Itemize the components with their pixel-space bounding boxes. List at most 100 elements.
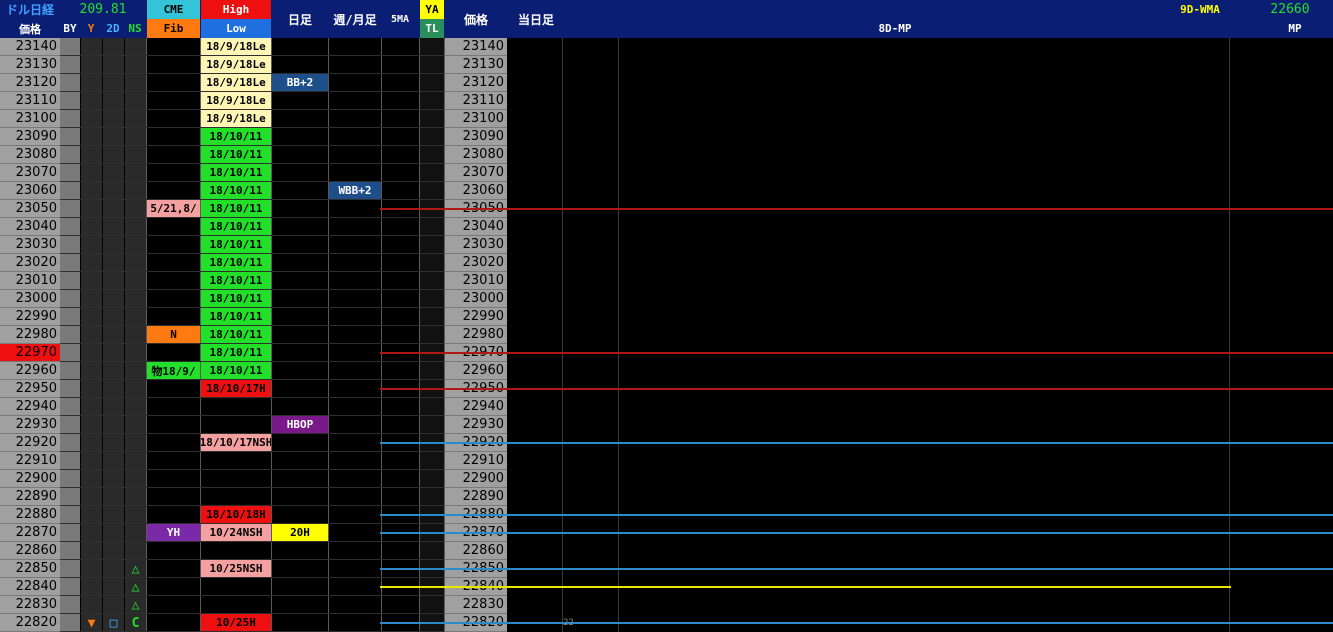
price-cell[interactable]: 23050 — [0, 200, 60, 218]
mp-value: 22660 — [1270, 2, 1310, 17]
price-cell-right[interactable]: 22830 — [445, 596, 507, 614]
highlow-cell[interactable]: 10/25H — [201, 614, 271, 631]
daily-cell[interactable]: 20H — [272, 524, 328, 541]
highlow-cell[interactable]: 10/24NSH — [201, 524, 271, 541]
highlow-cell[interactable]: 18/9/18Le — [201, 110, 271, 127]
highlow-cell[interactable]: 18/10/11 — [201, 182, 271, 199]
price-cell-right[interactable]: 22980 — [445, 326, 507, 344]
highlow-cell[interactable]: 18/9/18Le — [201, 92, 271, 109]
price-cell-right[interactable]: 23080 — [445, 146, 507, 164]
price-cell[interactable]: 23080 — [0, 146, 60, 164]
price-cell[interactable]: 22850 — [0, 560, 60, 578]
cme-cell[interactable]: N — [147, 326, 200, 343]
highlow-cell[interactable]: 18/10/18H — [201, 506, 271, 523]
price-cell[interactable]: 22820 — [0, 614, 60, 632]
price-cell[interactable]: 22870 — [0, 524, 60, 542]
col-ns-header: NS — [128, 22, 142, 35]
level-line — [380, 568, 1333, 570]
price-cell[interactable]: 22920 — [0, 434, 60, 452]
price-cell-right[interactable]: 23120 — [445, 74, 507, 92]
price-cell-right[interactable]: 23130 — [445, 56, 507, 74]
price-cell[interactable]: 22930 — [0, 416, 60, 434]
price-cell[interactable]: 23040 — [0, 218, 60, 236]
price-cell[interactable]: 22880 — [0, 506, 60, 524]
price-cell-right[interactable]: 22890 — [445, 488, 507, 506]
price-cell[interactable]: 23000 — [0, 290, 60, 308]
price-cell[interactable]: 23010 — [0, 272, 60, 290]
price-cell[interactable]: 23030 — [0, 236, 60, 254]
highlow-cell[interactable]: 18/9/18Le — [201, 38, 271, 55]
weekly-cell[interactable]: WBB+2 — [329, 182, 381, 199]
price-cell[interactable]: 22860 — [0, 542, 60, 560]
highlow-cell[interactable]: 18/10/11 — [201, 236, 271, 253]
cme-cell[interactable]: 物18/9/ — [147, 362, 200, 379]
price-cell[interactable]: 22900 — [0, 470, 60, 488]
highlow-cell[interactable]: 18/10/11 — [201, 200, 271, 217]
price-cell-right[interactable]: 23070 — [445, 164, 507, 182]
price-cell[interactable]: 22840 — [0, 578, 60, 596]
price-cell-right[interactable]: 23040 — [445, 218, 507, 236]
price-cell[interactable]: 23110 — [0, 92, 60, 110]
price-cell-right[interactable]: 23090 — [445, 128, 507, 146]
highlow-cell[interactable]: 10/25NSH — [201, 560, 271, 577]
level-line — [380, 388, 1333, 390]
price-cell-right[interactable]: 23110 — [445, 92, 507, 110]
row-separator — [0, 541, 444, 542]
mp8d-header: 8D-MP — [878, 22, 912, 35]
cme-cell[interactable]: 5/21,8/ — [147, 200, 200, 217]
price-cell-right[interactable]: 22960 — [445, 362, 507, 380]
price-cell[interactable]: 23070 — [0, 164, 60, 182]
price-cell-right[interactable]: 22860 — [445, 542, 507, 560]
price-cell-right[interactable]: 23100 — [445, 110, 507, 128]
price-cell-right[interactable]: 23010 — [445, 272, 507, 290]
highlow-cell[interactable]: 18/10/11 — [201, 344, 271, 361]
highlow-cell[interactable]: 18/10/11 — [201, 326, 271, 343]
price-cell-right[interactable]: 22900 — [445, 470, 507, 488]
price-cell[interactable]: 22970 — [0, 344, 60, 362]
price-cell[interactable]: 23140 — [0, 38, 60, 56]
price-cell-right[interactable]: 23030 — [445, 236, 507, 254]
level-line — [380, 532, 1333, 534]
highlow-cell[interactable]: 18/10/11 — [201, 218, 271, 235]
price-cell-right[interactable]: 23000 — [445, 290, 507, 308]
price-cell[interactable]: 22950 — [0, 380, 60, 398]
price-cell-right[interactable]: 22930 — [445, 416, 507, 434]
daily-cell[interactable]: HBOP — [272, 416, 328, 433]
price-cell-right[interactable]: 22990 — [445, 308, 507, 326]
ns-triangle-icon: △ — [131, 561, 140, 577]
highlow-cell[interactable]: 18/10/17NSH — [201, 434, 271, 451]
highlow-cell[interactable]: 18/10/11 — [201, 272, 271, 289]
highlow-cell[interactable]: 18/9/18Le — [201, 74, 271, 91]
highlow-cell[interactable]: 18/10/17H — [201, 380, 271, 397]
price-cell[interactable]: 22830 — [0, 596, 60, 614]
price-cell[interactable]: 22890 — [0, 488, 60, 506]
price-cell-right[interactable]: 23140 — [445, 38, 507, 56]
highlow-cell[interactable]: 18/10/11 — [201, 290, 271, 307]
price-cell[interactable]: 23020 — [0, 254, 60, 272]
price-cell-right[interactable]: 23020 — [445, 254, 507, 272]
price-cell[interactable]: 23120 — [0, 74, 60, 92]
price-cell[interactable]: 22910 — [0, 452, 60, 470]
highlow-cell[interactable]: 18/10/11 — [201, 146, 271, 163]
cme-cell[interactable]: YH — [147, 524, 200, 541]
highlow-cell[interactable]: 18/9/18Le — [201, 56, 271, 73]
highlow-cell[interactable]: 18/10/11 — [201, 128, 271, 145]
price-cell[interactable]: 23100 — [0, 110, 60, 128]
price-cell[interactable]: 22980 — [0, 326, 60, 344]
highlow-cell[interactable]: 18/10/11 — [201, 308, 271, 325]
daily-cell[interactable]: BB+2 — [272, 74, 328, 91]
price-cell[interactable]: 23060 — [0, 182, 60, 200]
highlow-cell[interactable]: 18/10/11 — [201, 362, 271, 379]
fib-header: Fib — [147, 19, 200, 38]
highlow-cell[interactable]: 18/10/11 — [201, 164, 271, 181]
price-cell[interactable]: 22940 — [0, 398, 60, 416]
price-cell-right[interactable]: 22940 — [445, 398, 507, 416]
price-cell[interactable]: 22990 — [0, 308, 60, 326]
price-cell[interactable]: 22960 — [0, 362, 60, 380]
weekly-monthly-header: 週/月足 — [333, 12, 377, 27]
price-cell[interactable]: 23130 — [0, 56, 60, 74]
price-cell-right[interactable]: 23060 — [445, 182, 507, 200]
price-cell[interactable]: 23090 — [0, 128, 60, 146]
highlow-cell[interactable]: 18/10/11 — [201, 254, 271, 271]
price-cell-right[interactable]: 22910 — [445, 452, 507, 470]
